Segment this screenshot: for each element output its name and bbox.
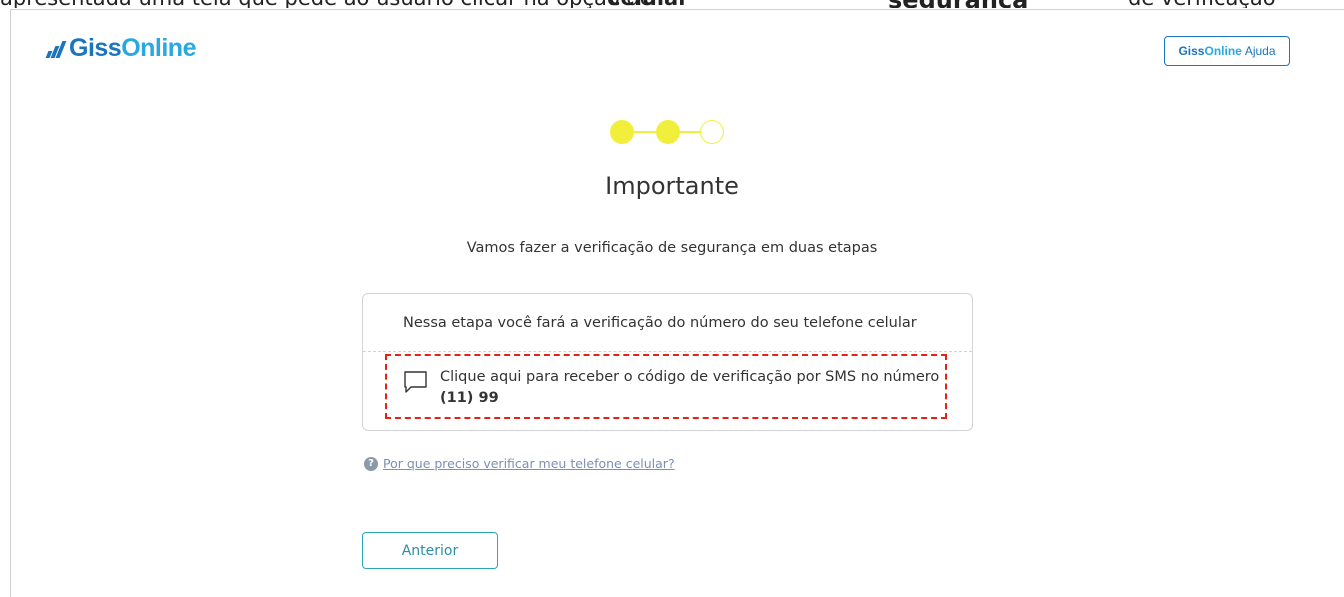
send-sms-code-option[interactable]: Clique aqui para receber o código de ver… [385, 354, 947, 419]
fragment-text-1: apresentada uma tela que pede ao usuário… [0, 0, 653, 8]
step-2-complete [656, 120, 680, 144]
logo-text: GissOnline [69, 33, 196, 62]
step-1-complete [610, 120, 634, 144]
logo-bars-icon [45, 38, 67, 58]
help-label: Ajuda [1244, 44, 1276, 58]
gissonline-logo[interactable]: GissOnline [45, 33, 196, 63]
page-subtitle: Vamos fazer a verificação de segurança e… [466, 240, 878, 256]
sms-option-text: Clique aqui para receber o código de ver… [440, 369, 940, 385]
why-verify-phone-link[interactable]: ? Por que preciso verificar meu telefone… [364, 456, 675, 471]
page-title: Importante [605, 172, 739, 200]
previous-page-text-fragment: apresentada uma tela que pede ao usuário… [0, 0, 1344, 8]
help-button[interactable]: Giss Online Ajuda [1164, 36, 1290, 66]
help-brand-b: Online [1204, 44, 1242, 58]
fragment-text-4: de verificação [1128, 0, 1276, 8]
verification-card: Nessa etapa você fará a verificação do n… [362, 293, 973, 431]
step-3-pending [700, 120, 724, 144]
help-brand-a: Giss [1178, 44, 1205, 58]
why-verify-phone-text: Por que preciso verificar meu telefone c… [383, 456, 675, 471]
card-header-text: Nessa etapa você fará a verificação do n… [363, 294, 972, 352]
previous-button[interactable]: Anterior [362, 532, 498, 569]
phone-number: (11) 99 [440, 390, 499, 406]
fragment-text-2: celular [608, 0, 689, 8]
chat-bubble-icon [404, 371, 427, 393]
step-connector-2 [680, 131, 700, 133]
question-circle-icon: ? [364, 456, 378, 471]
fragment-text-3: segurança [888, 0, 1028, 8]
progress-stepper [610, 120, 730, 144]
step-connector-1 [634, 131, 656, 133]
